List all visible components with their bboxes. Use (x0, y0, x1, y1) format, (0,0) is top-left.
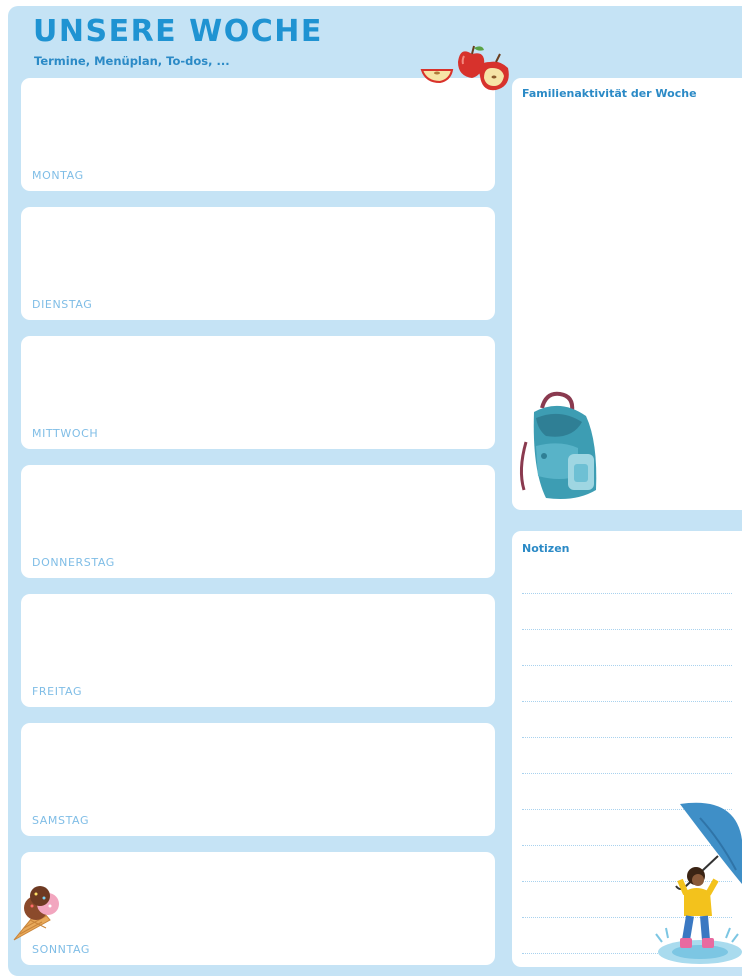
day-box-montag[interactable]: MONTAG (21, 78, 495, 191)
notes-heading: Notizen (522, 542, 570, 555)
day-label-samstag: SAMSTAG (32, 814, 90, 827)
day-label-donnerstag: DONNERSTAG (32, 556, 115, 569)
activity-heading: Familienaktivität der Woche (522, 87, 697, 100)
backpack-illustration (519, 391, 597, 499)
notes-line (522, 737, 732, 738)
day-label-dienstag: DIENSTAG (32, 298, 93, 311)
day-label-mittwoch: MITTWOCH (32, 427, 99, 440)
day-label-montag: MONTAG (32, 169, 84, 182)
notes-line (522, 701, 732, 702)
notes-line (522, 773, 732, 774)
day-box-samstag[interactable]: SAMSTAG (21, 723, 495, 836)
day-box-mittwoch[interactable]: MITTWOCH (21, 336, 495, 449)
ice-cream-illustration (13, 886, 59, 941)
child-with-umbrella-illustration (655, 802, 742, 964)
day-box-donnerstag[interactable]: DONNERSTAG (21, 465, 495, 578)
apple-slice-icon (420, 69, 454, 84)
day-box-freitag[interactable]: FREITAG (21, 594, 495, 707)
notes-line (522, 629, 732, 630)
notes-line (522, 665, 732, 666)
day-box-sonntag[interactable]: SONNTAG (21, 852, 495, 965)
page-title: UNSERE WOCHE (33, 14, 323, 49)
apple-illustration (420, 45, 509, 91)
page-subtitle: Termine, Menüplan, To-dos, ... (34, 54, 230, 68)
day-label-freitag: FREITAG (32, 685, 83, 698)
notes-line (522, 593, 732, 594)
day-box-dienstag[interactable]: DIENSTAG (21, 207, 495, 320)
